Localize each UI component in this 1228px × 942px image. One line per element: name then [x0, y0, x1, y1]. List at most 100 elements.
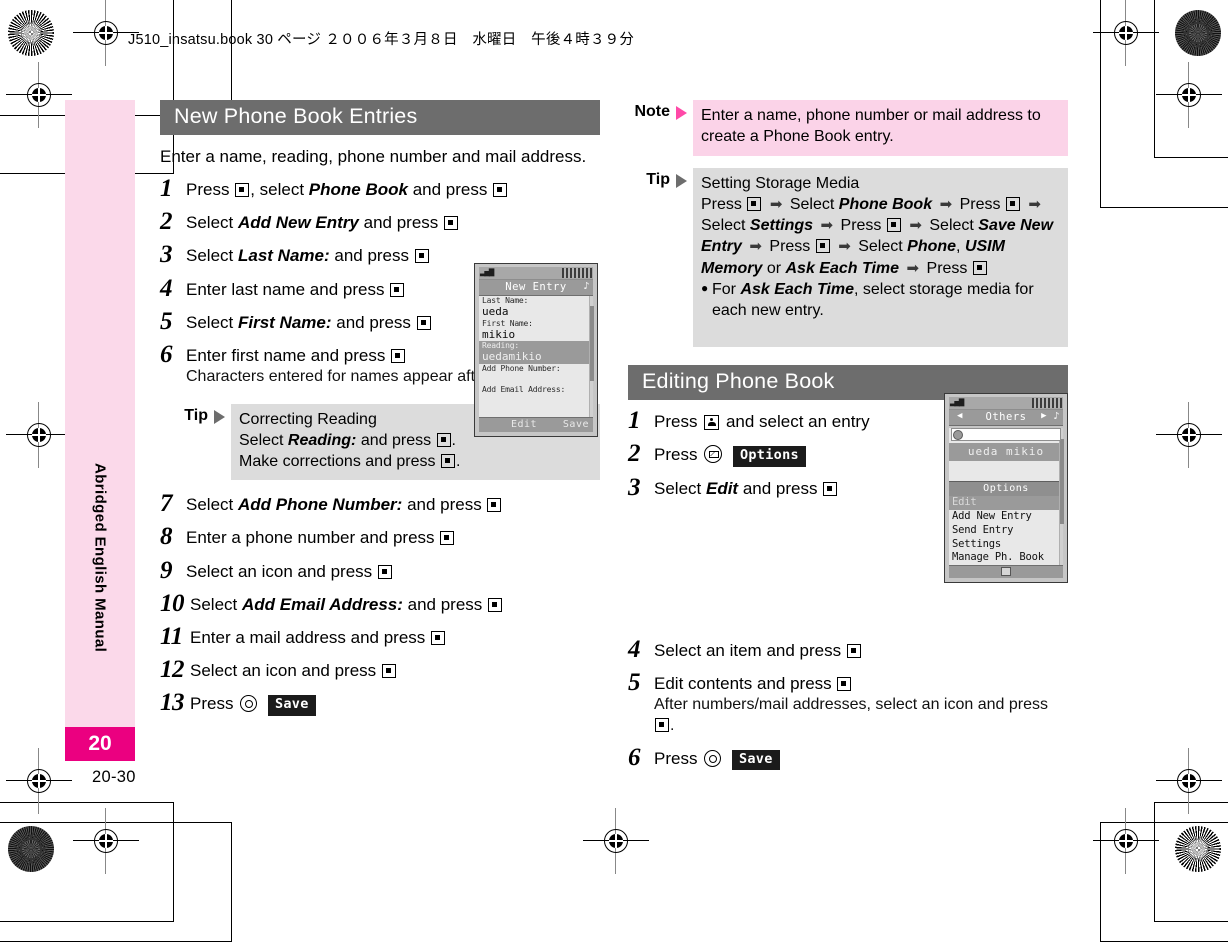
note-body: Enter a name, phone number or mail addre… — [693, 100, 1068, 156]
edit-step-3-and-press: and press — [742, 478, 818, 498]
center-key-icon — [655, 717, 669, 732]
step-3-field-name: Last Name: — [237, 246, 330, 266]
registration-mark-lower-right — [1156, 748, 1222, 814]
center-key-icon — [390, 282, 405, 297]
step-7-field-name: Add Phone Number: — [237, 495, 403, 515]
registration-starburst-bl — [8, 826, 54, 872]
arrow-icon: ➡ — [909, 217, 922, 235]
edit-step-5-sub-b: . — [670, 716, 675, 734]
step-number: 7 — [160, 490, 173, 518]
phone-softkey-bar — [949, 565, 1063, 579]
center-select-key-icon[interactable] — [1001, 567, 1011, 577]
menu-item-manage-ph-book[interactable]: Manage Ph. Book — [949, 551, 1063, 565]
edit-step-4-text: Select an item and press — [654, 640, 842, 660]
page-folio: 20-30 — [92, 768, 136, 786]
step-4-text: Enter last name and press — [186, 279, 385, 299]
tip-sequence: Press ➡ Select Phone Book ➡ Press ➡ Sele… — [701, 194, 1058, 279]
step-5-and-press: and press — [336, 312, 411, 332]
field-value-last-name: ueda — [482, 305, 509, 318]
step-1-press-label: Press — [186, 180, 230, 200]
options-menu-list: Edit Add New Entry Send Entry Settings M… — [949, 496, 1063, 566]
softkey-left-edit[interactable]: Edit — [511, 419, 537, 430]
step-text: Enter a phone number and press — [186, 525, 600, 549]
step-text: Edit contents and press After numbers/ma… — [654, 671, 1068, 737]
arrow-icon: ➡ — [1028, 195, 1041, 213]
step-number: 2 — [628, 440, 641, 468]
tip-bullet: ● For Ask Each Time, select storage medi… — [701, 279, 1058, 322]
phone-screen-options-menu: ▂▄▆ ◀ Others ▶ ♪ ueda mikio Options Edit… — [944, 393, 1068, 584]
step-text: Select Add Email Address: and press — [190, 592, 600, 616]
step-11-text: Enter a mail address and press — [190, 627, 426, 647]
center-key-icon — [235, 183, 250, 198]
menu-item-settings[interactable]: Settings — [949, 538, 1063, 552]
seq-phone-book: Phone Book — [838, 195, 933, 213]
phone-title-text: New Entry — [505, 281, 567, 293]
menu-item-send-entry[interactable]: Send Entry — [949, 524, 1063, 538]
step-number: 5 — [628, 669, 641, 697]
next-tab-arrow-icon[interactable]: ▶ — [1041, 411, 1047, 421]
step-number: 2 — [160, 208, 173, 236]
tip-line3-period: . — [455, 453, 461, 471]
step-13: 13 Press Save — [160, 690, 600, 716]
selected-contact-entry[interactable]: ueda mikio — [949, 443, 1063, 461]
note-label: Note — [634, 103, 670, 120]
center-key-icon — [444, 216, 459, 231]
center-key-icon — [487, 498, 502, 513]
step-1-and-press: and press — [412, 180, 488, 200]
step-10-field-name: Add Email Address: — [241, 594, 403, 614]
edit-step-2-press: Press — [654, 445, 698, 465]
step-number: 8 — [160, 523, 173, 551]
step-text: Press Save — [190, 691, 600, 716]
step-text: Press Save — [654, 746, 1068, 771]
tip-line2-and-press: and press — [360, 431, 432, 449]
step-text: Select an icon and press — [190, 658, 600, 682]
menu-item-add-new-entry[interactable]: Add New Entry — [949, 510, 1063, 524]
step-5: 5 Edit contents and press After numbers/… — [628, 669, 1068, 737]
edit-step-5-sub-a: After numbers/mail addresses, select an … — [654, 696, 1048, 714]
registration-starburst-tr — [1175, 10, 1221, 56]
signal-icon: ▂▄▆ — [950, 397, 964, 407]
bullet-for: For — [712, 280, 736, 298]
steps-list-new-entry-continued: 7 Select Add Phone Number: and press 8 E… — [160, 490, 600, 716]
menu-item-edit[interactable]: Edit — [949, 496, 1063, 510]
step-number: 4 — [628, 635, 641, 663]
phone-title-text: Others — [985, 411, 1027, 423]
arrow-icon: ➡ — [838, 238, 851, 256]
softkey-save: Save — [731, 749, 780, 771]
step-10-select: Select — [190, 594, 238, 614]
phone-search-field[interactable] — [951, 428, 1061, 441]
center-key-icon — [381, 663, 396, 678]
step-number: 10 — [160, 589, 185, 617]
field-value-reading[interactable]: uedamikio — [479, 351, 593, 364]
step-text: Press , select Phone Book and press — [186, 177, 600, 201]
step-1: 1 Press , select Phone Book and press — [160, 176, 600, 201]
step-11: 11 Enter a mail address and press — [160, 624, 600, 649]
center-key-icon — [747, 196, 762, 211]
center-key-icon — [440, 454, 455, 469]
center-key-icon — [431, 630, 446, 645]
field-value-first-name: mikio — [482, 327, 516, 341]
step-6-sub-a: Characters entered for names appear afte… — [186, 367, 490, 385]
softkey-right-save[interactable]: Save — [563, 419, 589, 430]
prev-tab-arrow-icon[interactable]: ◀ — [957, 411, 963, 421]
phone-scrollbar[interactable] — [1059, 428, 1064, 566]
center-key-icon — [1005, 196, 1020, 211]
tip-body: Setting Storage Media Press ➡ Select Pho… — [693, 167, 1068, 348]
step-number: 6 — [628, 743, 641, 771]
step-text: Select Add Phone Number: and press — [186, 492, 600, 516]
seq-press-1: Press — [701, 195, 742, 213]
phone-book-key-icon — [704, 415, 720, 431]
field-label-add-email-address[interactable]: Add Email Address: — [479, 385, 593, 395]
edit-step-1-rest: and select an entry — [725, 412, 870, 432]
step-4: 4 Select an item and press — [628, 635, 1068, 663]
phone-scrollbar[interactable] — [589, 296, 594, 417]
music-note-icon: ♪ — [1053, 411, 1060, 422]
center-key-icon — [440, 531, 455, 546]
softkey-options: Options — [732, 446, 806, 467]
field-label-add-phone-number[interactable]: Add Phone Number: — [479, 364, 593, 374]
side-tab-label: Abridged English Manual — [65, 100, 135, 660]
registration-mark-upper-left — [6, 62, 72, 128]
signal-icon: ▂▄▆ — [480, 267, 494, 277]
